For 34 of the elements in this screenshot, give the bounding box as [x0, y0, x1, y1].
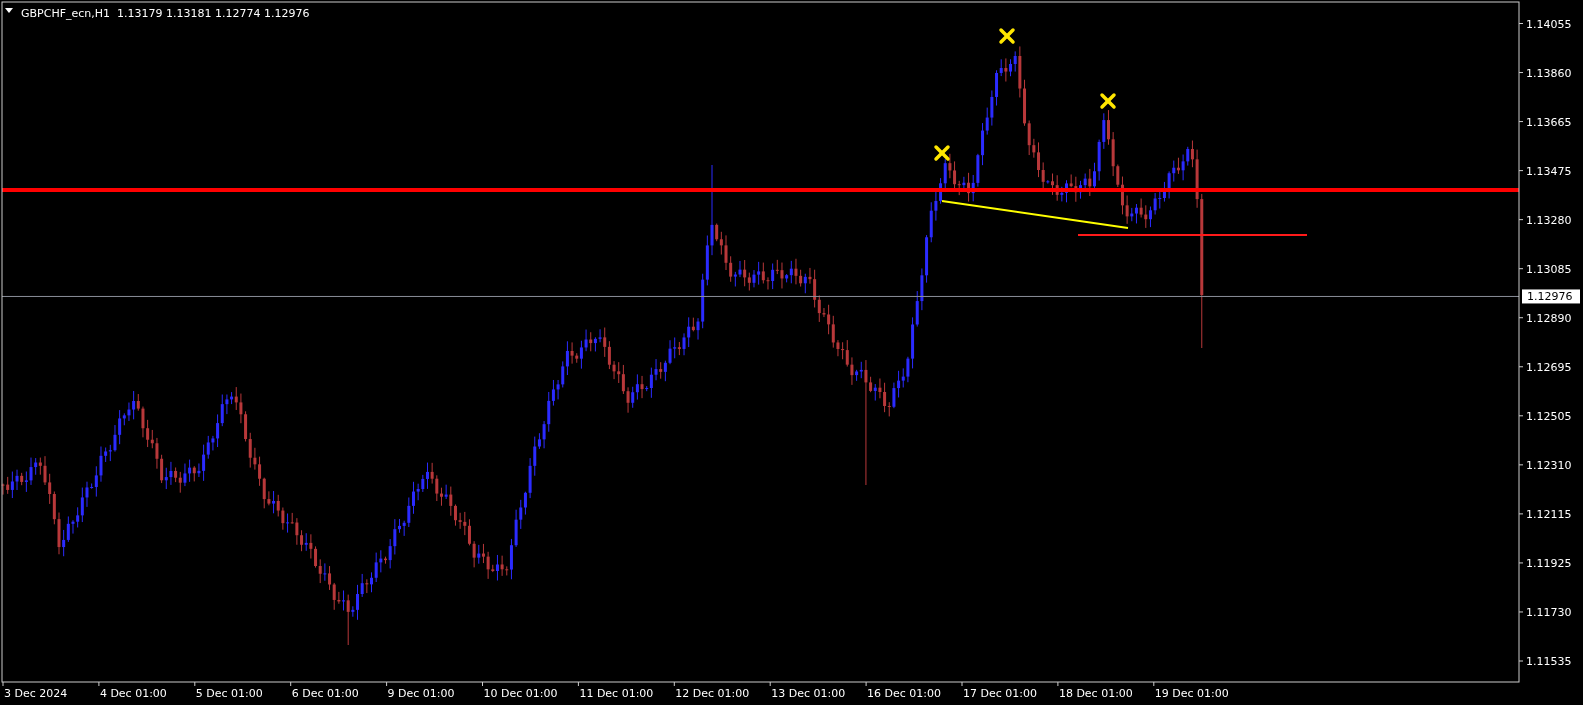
time-label: 11 Dec 01:00	[579, 687, 654, 700]
price-label: 1.12505	[1526, 409, 1572, 423]
price-label: 1.13665	[1526, 115, 1572, 129]
price-label: 1.12695	[1526, 360, 1572, 374]
price-label: 1.14055	[1526, 17, 1572, 31]
time-label: 4 Dec 01:00	[99, 687, 167, 700]
price-label: 1.13085	[1526, 262, 1572, 276]
price-label: 1.11730	[1526, 605, 1572, 619]
price-label: 1.13280	[1526, 213, 1572, 227]
price-label: 1.13475	[1526, 164, 1572, 178]
symbol-caption: GBPCHF_ecn,H1	[21, 7, 111, 20]
time-label: 17 Dec 01:00	[963, 687, 1037, 700]
time-label: 3 Dec 2024	[4, 687, 68, 700]
time-label: 10 Dec 01:00	[483, 687, 558, 700]
price-label: 1.11535	[1526, 655, 1572, 668]
time-label: 18 Dec 01:00	[1058, 687, 1133, 700]
time-label: 13 Dec 01:00	[771, 687, 846, 700]
price-label: 1.11925	[1526, 556, 1572, 570]
price-label: 1.13860	[1526, 66, 1572, 80]
price-label: 1.12115	[1526, 507, 1572, 521]
ohlc-values: 1.13179 1.13181 1.12774 1.12976	[117, 7, 310, 20]
price-label: 1.12310	[1526, 458, 1572, 472]
current-price-badge: 1.12976	[1522, 289, 1580, 304]
time-label: 9 Dec 01:00	[387, 687, 455, 700]
dropdown-caret-icon[interactable]	[5, 8, 13, 13]
cross-marker-icon	[999, 28, 1015, 44]
cross-marker-icon	[934, 145, 950, 161]
cross-marker-icon	[1100, 93, 1116, 109]
time-label: 6 Dec 01:00	[291, 687, 359, 700]
time-label: 12 Dec 01:00	[675, 687, 750, 700]
price-label: 1.12890	[1526, 311, 1572, 325]
time-label: 19 Dec 01:00	[1154, 687, 1229, 700]
time-label: 16 Dec 01:00	[867, 687, 942, 700]
time-label: 5 Dec 01:00	[195, 687, 263, 700]
